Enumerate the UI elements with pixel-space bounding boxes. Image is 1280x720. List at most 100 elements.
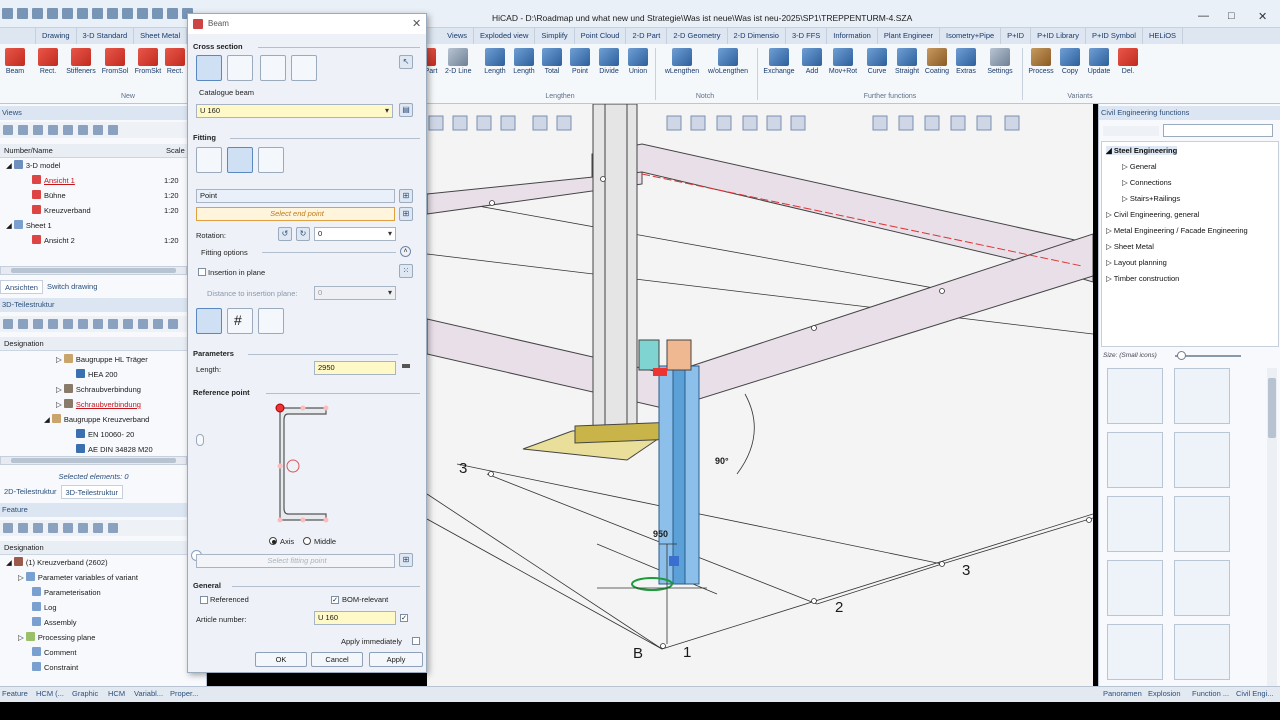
cross-section-user-button[interactable] [227, 55, 253, 81]
end-point-pick-icon[interactable]: ⊞ [399, 207, 413, 221]
tree-stairs-railings[interactable]: ▷ Stairs+Railings [1122, 194, 1180, 203]
fitting-mode-2-button[interactable] [227, 147, 253, 173]
total-button[interactable]: Total [537, 48, 567, 75]
tree-general[interactable]: ▷ General [1122, 162, 1157, 171]
collapse-options-icon[interactable]: ˄ [400, 246, 411, 257]
tab-switch-drawing[interactable]: Switch drawing [43, 280, 101, 294]
tree-row-hea200[interactable]: HEA 200 [0, 367, 207, 382]
tab-2d-geometry[interactable]: 2-D Geometry [667, 28, 728, 44]
rect2-button[interactable]: Rect. [163, 48, 187, 75]
steel-function-tile-6[interactable] [1174, 496, 1230, 552]
steel-function-tile-1[interactable] [1107, 368, 1163, 424]
tab-simplify[interactable]: Simplify [535, 28, 575, 44]
tree-sheet-metal[interactable]: ▷ Sheet Metal [1106, 242, 1154, 251]
length-button[interactable]: Length [480, 48, 510, 75]
minimize-icon[interactable]: — [1198, 10, 1209, 22]
tab-properties[interactable]: Proper... [170, 689, 198, 698]
wlengthen-button[interactable]: wLengthen [662, 48, 702, 75]
struct-toolbar[interactable] [0, 316, 207, 332]
tree-connections[interactable]: ▷ Connections [1122, 178, 1172, 187]
tree-layout-planning[interactable]: ▷ Layout planning [1106, 258, 1167, 267]
dialog-close-icon[interactable]: ✕ [412, 17, 421, 30]
tab-exploded-view[interactable]: Exploded view [474, 28, 536, 44]
del-button[interactable]: Del. [1113, 48, 1143, 75]
curve-button[interactable]: Curve [862, 48, 892, 75]
fitting-point-pick-icon[interactable]: ⊞ [399, 553, 413, 567]
bom-relevant-checkbox[interactable]: ✓ [331, 596, 339, 604]
coating-button[interactable]: Coating [922, 48, 952, 75]
union-button[interactable]: Union [623, 48, 653, 75]
point-button[interactable]: Point [565, 48, 595, 75]
tree-timber-construction[interactable]: ▷ Timber construction [1106, 274, 1179, 283]
length-field[interactable]: 2950 [314, 361, 396, 375]
stiffeners-button[interactable]: Stiffeners [66, 48, 96, 75]
steel-function-tile-9[interactable] [1107, 624, 1163, 680]
article-field[interactable]: U 160 [314, 611, 396, 625]
tab-helios[interactable]: HELiOS [1143, 28, 1184, 44]
fromskt-button[interactable]: FromSkt [133, 48, 163, 75]
tab-2d-teilestruktur[interactable]: 2D-Teilestruktur [0, 485, 61, 499]
feature-row-constraint[interactable]: Constraint [0, 660, 207, 675]
steel-function-tile-8[interactable] [1174, 560, 1230, 616]
steel-function-tile-10[interactable] [1174, 624, 1230, 680]
struct-scrollbar[interactable] [0, 456, 187, 465]
tab-drawing[interactable]: Drawing [36, 28, 77, 44]
divide-button[interactable]: Divide [594, 48, 624, 75]
cross-section-sketch-button[interactable] [260, 55, 286, 81]
tab-pid-symbol[interactable]: P+ID Symbol [1086, 28, 1143, 44]
tab-explosion[interactable]: Explosion [1148, 689, 1181, 698]
ok-button[interactable]: OK [255, 652, 307, 667]
tab-3d-standard[interactable]: 3-D Standard [77, 28, 135, 44]
beam-button[interactable]: Beam [0, 48, 30, 75]
views-toolbar[interactable] [0, 122, 207, 138]
point-pick-icon[interactable]: ⊞ [399, 189, 413, 203]
option-edit-button[interactable] [258, 308, 284, 334]
tab-2d-part[interactable]: 2-D Part [626, 28, 668, 44]
movrot-button[interactable]: Mov+Rot [826, 48, 860, 75]
cancel-button[interactable]: Cancel [311, 652, 363, 667]
tree-steel-engineering[interactable]: ◢ Steel Engineering [1106, 146, 1178, 155]
cross-section-catalogue-button[interactable] [196, 55, 222, 81]
steel-function-tile-2[interactable] [1174, 368, 1230, 424]
close-icon[interactable]: ✕ [1258, 10, 1267, 23]
axis-radio[interactable] [269, 537, 277, 545]
rotation-cw-icon[interactable]: ↻ [296, 227, 310, 241]
fitting-point-field[interactable]: Select fitting point [196, 554, 395, 568]
feature-row-processing-plane[interactable]: ▷ Processing plane [0, 630, 207, 645]
tab-3d-teilestruktur[interactable]: 3D-Teilestruktur [60, 485, 124, 499]
viewport-3d[interactable]: 3 3 2 1 B 90° 950 [427, 104, 1093, 702]
tree-row-buehne[interactable]: Bühne 1:20 [0, 188, 207, 203]
tab-plant-engineering[interactable]: Plant Engineer [878, 28, 941, 44]
fromsol-button[interactable]: FromSol [100, 48, 130, 75]
right-toolbar[interactable] [1103, 126, 1159, 136]
add-button[interactable]: Add [797, 48, 827, 75]
copy-button[interactable]: Copy [1055, 48, 1085, 75]
tab-hcm-2[interactable]: HCM [108, 689, 125, 698]
tab-ansichten[interactable]: Ansichten [0, 280, 43, 294]
straight-button[interactable]: Straight [892, 48, 922, 75]
tab-feature[interactable]: Feature [2, 689, 28, 698]
tree-civil-engineering[interactable]: ▷ Civil Engineering, general [1106, 210, 1199, 219]
file-tab[interactable] [0, 28, 36, 44]
tab-views[interactable]: Views [441, 28, 475, 44]
tab-3d-ffs[interactable]: 3-D FFS [786, 28, 828, 44]
point-field[interactable]: Point [196, 189, 395, 203]
apply-immediately-checkbox[interactable] [412, 637, 420, 645]
tab-civil-engineering[interactable]: Civil Engi... [1236, 689, 1274, 698]
tab-hcm-1[interactable]: HCM (... [36, 689, 64, 698]
tab-isometry-pipe[interactable]: Isometry+Pipe [940, 28, 1002, 44]
insertion-pick-icon[interactable]: ⁙ [399, 264, 413, 278]
reference-slider[interactable] [196, 434, 204, 446]
tree-row-ae-din[interactable]: AE DIN 34828 M20 [0, 442, 207, 457]
feature-toolbar[interactable] [0, 520, 207, 536]
tree-row-baugruppe-kv[interactable]: ◢ Baugruppe Kreuzverband [0, 412, 207, 427]
tab-pid[interactable]: P+ID [1001, 28, 1032, 44]
tree-row-schraub-2[interactable]: ▷ Schraubverbindung [0, 397, 207, 412]
tree-row-schraub-1[interactable]: ▷ Schraubverbindung [0, 382, 207, 397]
tab-point-cloud[interactable]: Point Cloud [575, 28, 627, 44]
option-line-button[interactable] [196, 308, 222, 334]
feature-row-kreuzverband[interactable]: ◢ (1) Kreuzverband (2602) [0, 555, 207, 570]
size-slider[interactable] [1175, 351, 1241, 360]
tab-2d-dimension[interactable]: 2-D Dimensio [728, 28, 786, 44]
reference-point-diagram[interactable] [268, 400, 334, 530]
